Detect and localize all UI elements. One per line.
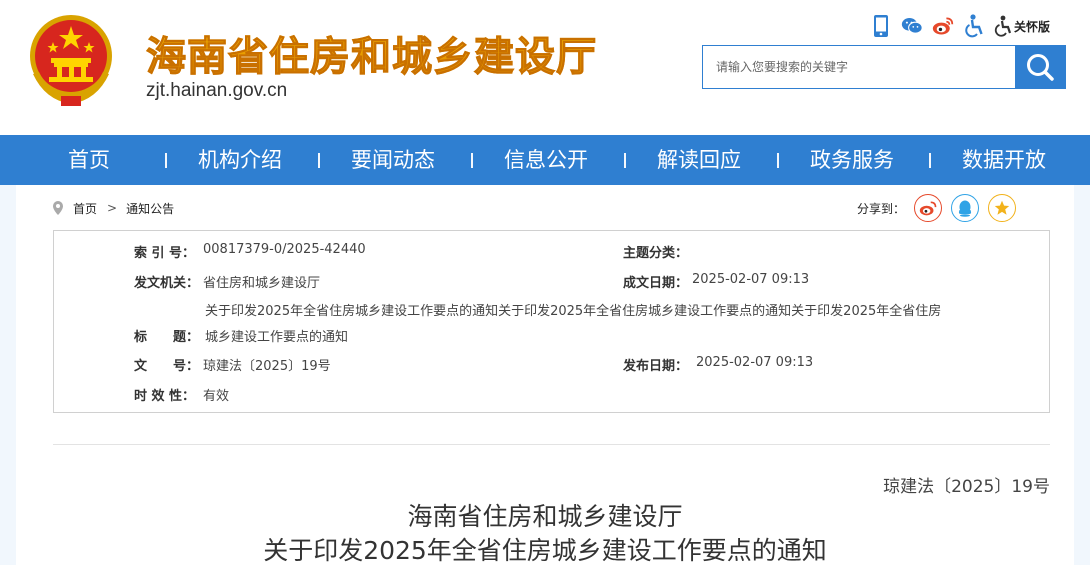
care-mode-label: 关怀版 <box>1014 19 1051 34</box>
care-mode-button[interactable]: 关怀版 <box>994 14 1050 38</box>
care-mode-icon <box>994 15 1012 37</box>
nav-separator <box>318 153 320 168</box>
accessibility-icon[interactable] <box>963 14 985 38</box>
nav-separator <box>165 153 167 168</box>
wechat-icon[interactable] <box>901 14 923 38</box>
national-emblem-logo[interactable] <box>25 12 117 108</box>
search-button[interactable] <box>1015 46 1065 88</box>
search-box <box>702 45 1066 89</box>
mobile-icon[interactable] <box>870 14 892 38</box>
nav-item-interpretation[interactable]: 解读回应 <box>657 135 741 185</box>
nav-item-home[interactable]: 首页 <box>68 135 110 185</box>
validity-label: 时 效 性： <box>134 389 196 404</box>
topic-category-label: 主题分类： <box>623 246 689 261</box>
share-label: 分享到： <box>857 201 906 216</box>
breadcrumb-home[interactable]: 首页 <box>73 200 97 217</box>
publish-date-label: 发布日期： <box>623 359 689 374</box>
weibo-icon[interactable] <box>932 14 954 38</box>
created-date-value: 2025-02-07 09:13 <box>692 272 810 287</box>
document-metadata-table: 索 引 号： 00817379-0/2025-42440 主题分类： 发文机关：… <box>53 230 1050 413</box>
site-domain: zjt.hainan.gov.cn <box>146 80 288 101</box>
site-title[interactable]: 海南省住房和城乡建设厅 <box>146 24 597 82</box>
location-pin-icon <box>53 201 63 215</box>
header-tools: 关怀版 <box>870 12 1050 40</box>
breadcrumb-separator: > <box>107 201 118 215</box>
document-heading-line2: 关于印发2025年全省住房城乡建设工作要点的通知 <box>263 536 827 565</box>
index-number-value: 00817379-0/2025-42440 <box>203 242 366 257</box>
nav-separator <box>929 153 931 168</box>
nav-item-news[interactable]: 要闻动态 <box>351 135 435 185</box>
nav-item-open-data[interactable]: 数据开放 <box>962 135 1046 185</box>
document-number-value: 琼建法〔2025〕19号 <box>203 359 331 374</box>
nav-item-services[interactable]: 政务服务 <box>810 135 894 185</box>
share-bar: 分享到： <box>857 193 1017 223</box>
share-weibo-button[interactable] <box>914 194 943 222</box>
index-number-label: 索 引 号： <box>134 246 196 261</box>
document-number: 琼建法〔2025〕19号 <box>883 477 1050 497</box>
qzone-star-icon <box>994 200 1010 215</box>
issuing-authority-label: 发文机关： <box>134 276 200 291</box>
created-date-label: 成文日期： <box>623 276 689 291</box>
site-header: 海南省住房和城乡建设厅 zjt.hainan.gov.cn 关怀版 <box>0 0 1090 135</box>
validity-value: 有效 <box>203 389 230 404</box>
share-qq-button[interactable] <box>951 194 980 222</box>
nav-separator <box>624 153 626 168</box>
issuing-authority-value: 省住房和城乡建设厅 <box>203 276 321 291</box>
content-divider <box>53 444 1050 445</box>
search-input[interactable] <box>703 46 1015 88</box>
document-title-value-line2: 城乡建设工作要点的通知 <box>205 330 349 345</box>
main-nav: 首页 机构介绍 要闻动态 信息公开 解读回应 政务服务 数据开放 <box>0 135 1090 185</box>
document-title-label: 标 题： <box>134 330 200 345</box>
nav-item-about[interactable]: 机构介绍 <box>198 135 282 185</box>
qq-icon <box>958 200 972 217</box>
weibo-icon <box>919 201 937 215</box>
document-heading-line1: 海南省住房和城乡建设厅 <box>407 502 683 531</box>
nav-item-info-disclosure[interactable]: 信息公开 <box>504 135 588 185</box>
nav-separator <box>471 153 473 168</box>
breadcrumb-current[interactable]: 通知公告 <box>126 200 174 217</box>
publish-date-value: 2025-02-07 09:13 <box>696 355 814 370</box>
document-number-label: 文 号： <box>134 359 200 374</box>
nav-separator <box>777 153 779 168</box>
breadcrumb: 首页 > 通知公告 <box>53 199 174 217</box>
document-title-value-line1: 关于印发2025年全省住房城乡建设工作要点的通知关于印发2025年全省住房城乡建… <box>205 304 942 319</box>
share-qzone-button[interactable] <box>988 194 1017 222</box>
search-icon <box>1027 54 1054 81</box>
